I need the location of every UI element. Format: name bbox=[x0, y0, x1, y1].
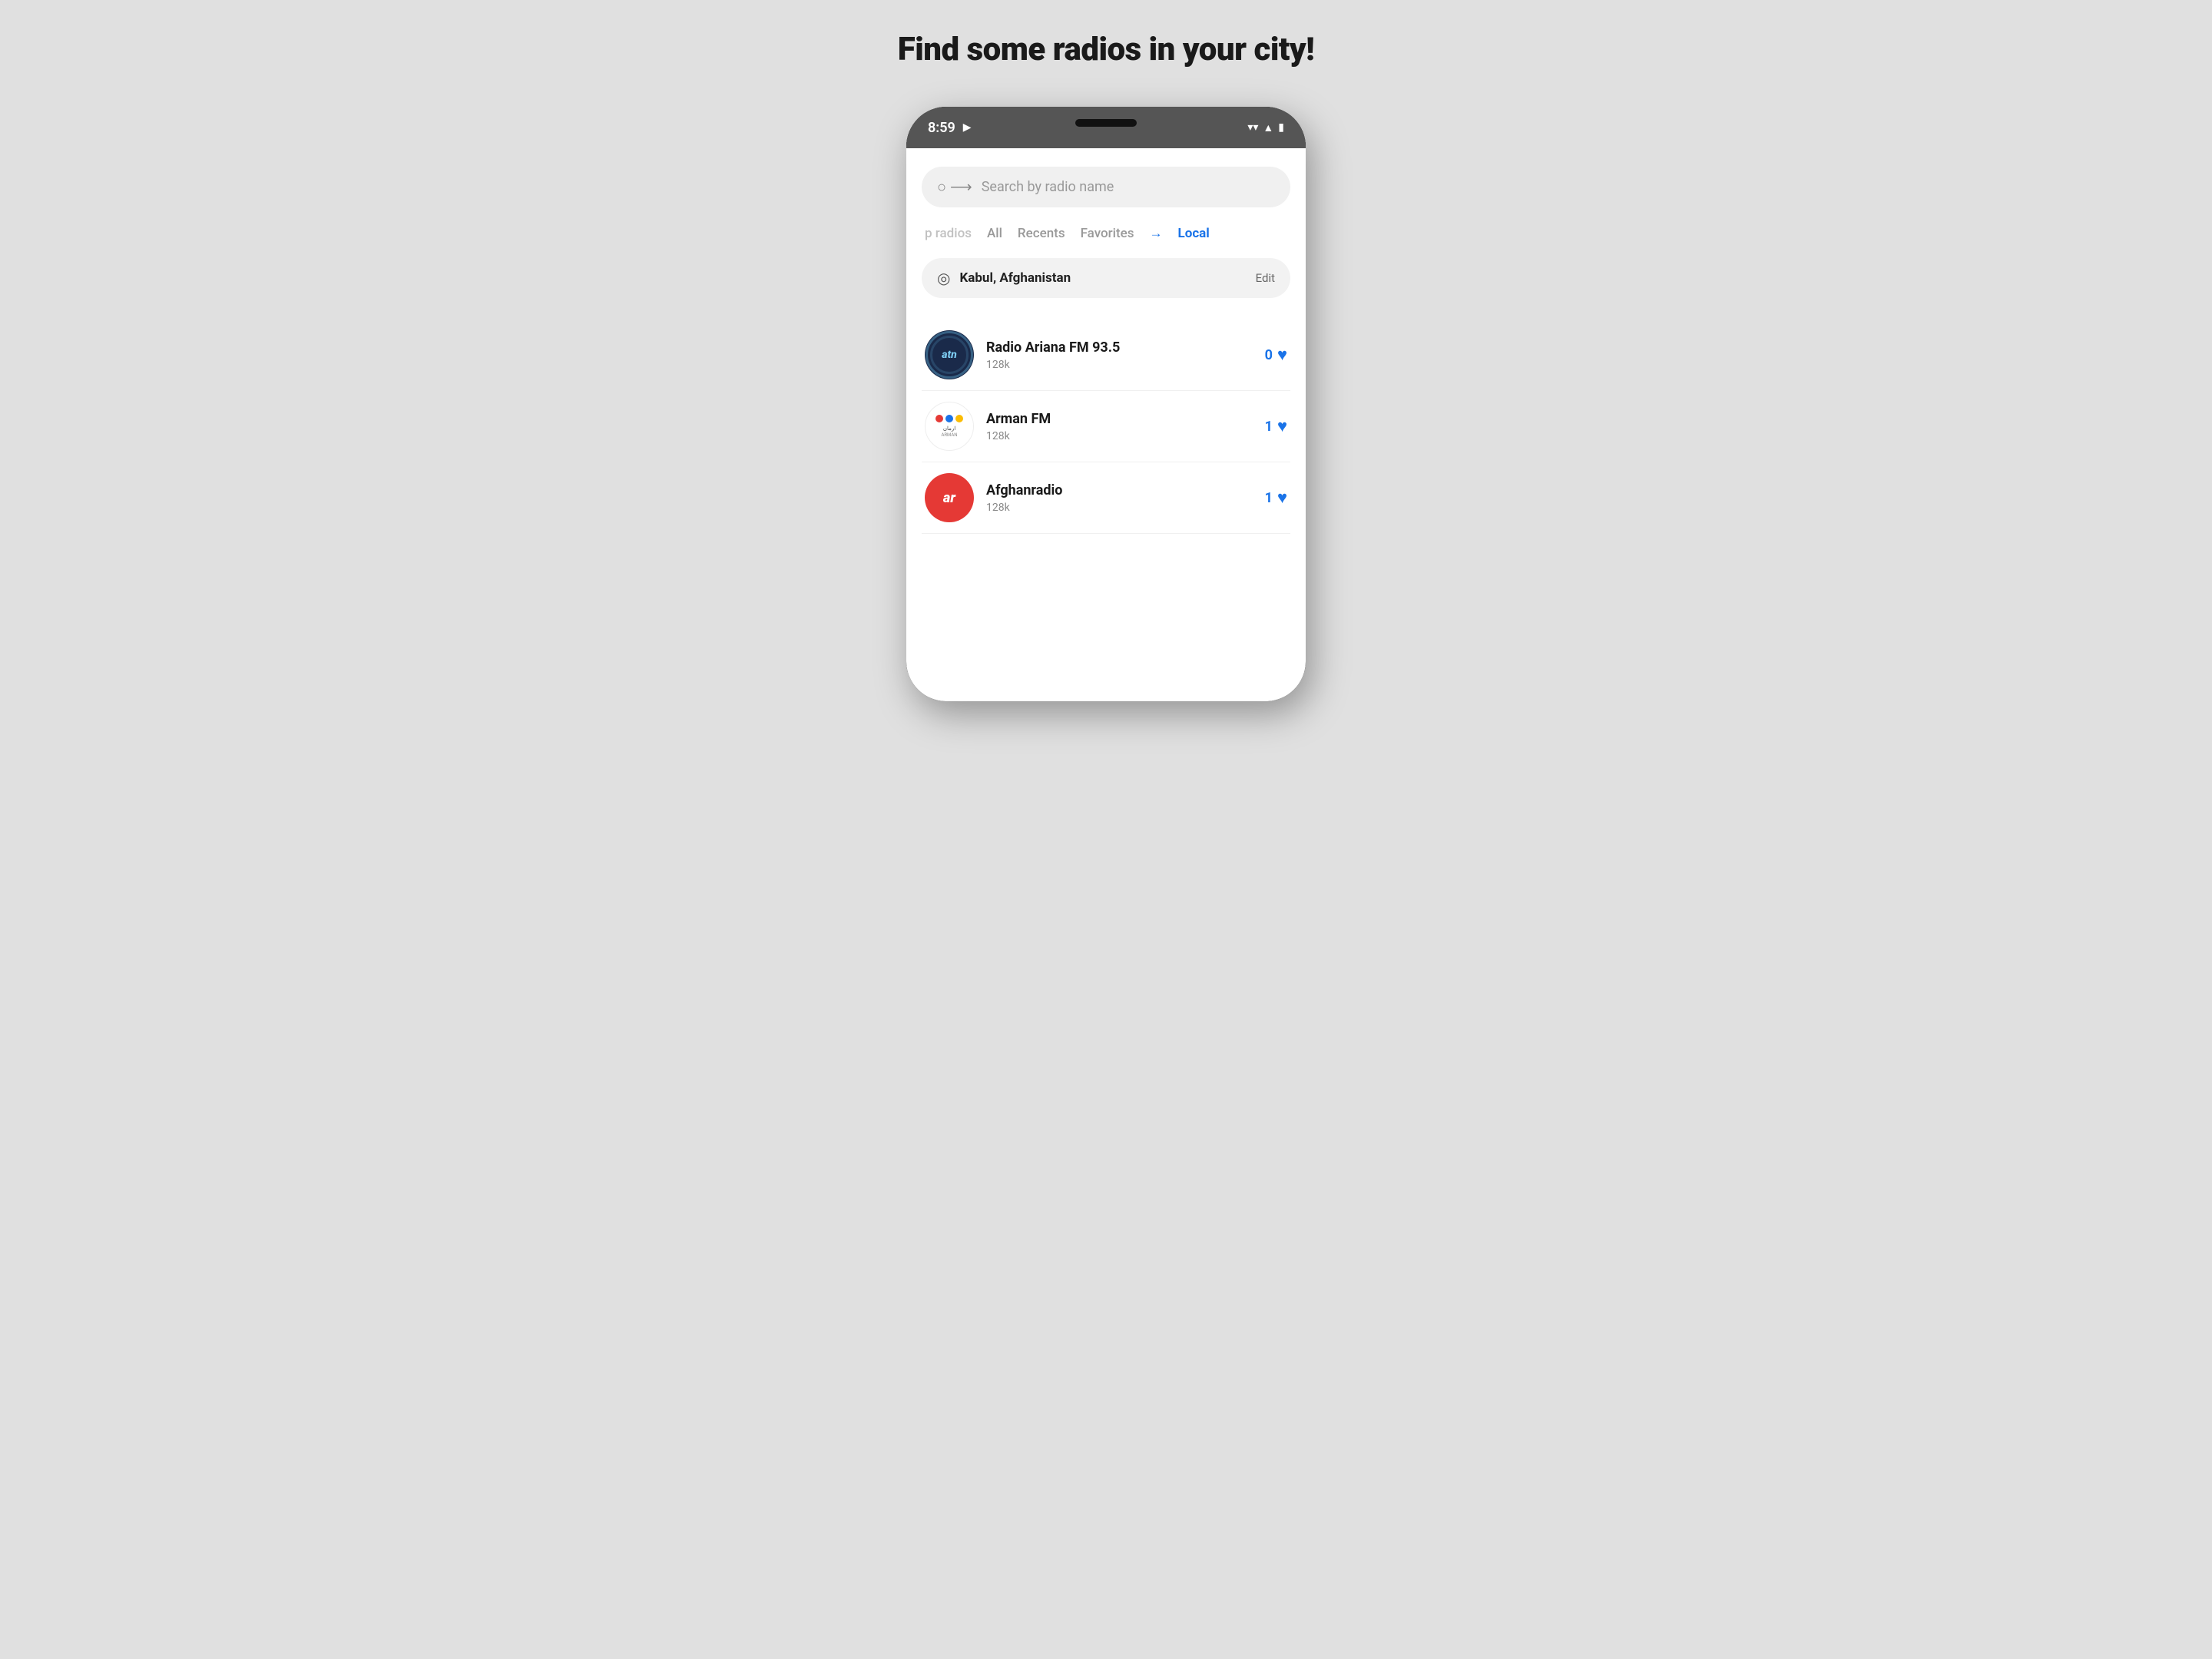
nav-arrow-icon: → bbox=[1150, 226, 1163, 241]
signal-icon: ▲ bbox=[1263, 121, 1273, 134]
radio-logo-afghan: ar bbox=[925, 473, 974, 522]
radio-info-afghan: Afghanradio 128k bbox=[986, 482, 1253, 514]
nav-tabs: p radios All Recents Favorites → Local bbox=[922, 226, 1290, 241]
radio-favorite-arman[interactable]: 1 ♥ bbox=[1265, 416, 1287, 436]
radio-logo-arman: ارمانARMAN bbox=[925, 402, 974, 451]
status-bar-right: ▾▾ ▲ ▮ bbox=[1247, 121, 1284, 134]
favorite-count: 0 bbox=[1265, 347, 1273, 363]
radio-bitrate: 128k bbox=[986, 430, 1253, 442]
radio-item[interactable]: atn Radio Ariana FM 93.5 128k 0 ♥ bbox=[922, 320, 1290, 391]
status-time: 8:59 bbox=[928, 120, 955, 136]
radio-bitrate: 128k bbox=[986, 502, 1253, 514]
location-name: Kabul, Afghanistan bbox=[959, 270, 1246, 286]
wifi-icon: ▾▾ bbox=[1247, 121, 1258, 134]
radio-info-ariana: Radio Ariana FM 93.5 128k bbox=[986, 339, 1253, 371]
edit-location-button[interactable]: Edit bbox=[1256, 271, 1275, 285]
heart-icon: ♥ bbox=[1277, 488, 1287, 508]
radio-bitrate: 128k bbox=[986, 359, 1253, 371]
tab-favorites[interactable]: Favorites bbox=[1081, 226, 1134, 241]
location-bar[interactable]: ◎ Kabul, Afghanistan Edit bbox=[922, 258, 1290, 298]
tab-top-radios-partial[interactable]: p radios bbox=[925, 226, 972, 241]
tab-all[interactable]: All bbox=[987, 226, 1002, 241]
radio-name: Radio Ariana FM 93.5 bbox=[986, 339, 1253, 356]
radio-info-arman: Arman FM 128k bbox=[986, 411, 1253, 442]
heart-icon: ♥ bbox=[1277, 345, 1287, 365]
search-icon: ○ ⟶ bbox=[937, 177, 972, 197]
radio-favorite-afghan[interactable]: 1 ♥ bbox=[1265, 488, 1287, 508]
status-bar-left: 8:59 ▶ bbox=[928, 120, 972, 136]
page-title: Find some radios in your city! bbox=[898, 31, 1314, 68]
radio-item[interactable]: ar Afghanradio 128k 1 ♥ bbox=[922, 462, 1290, 534]
heart-icon: ♥ bbox=[1277, 416, 1287, 436]
search-bar[interactable]: ○ ⟶ Search by radio name bbox=[922, 167, 1290, 207]
radio-logo-ariana: atn bbox=[925, 330, 974, 379]
favorite-count: 1 bbox=[1265, 419, 1273, 435]
radio-favorite-ariana[interactable]: 0 ♥ bbox=[1265, 345, 1287, 365]
favorite-count: 1 bbox=[1265, 490, 1273, 506]
radio-name: Afghanradio bbox=[986, 482, 1253, 498]
location-pin-icon: ◎ bbox=[937, 269, 950, 287]
radio-item[interactable]: ارمانARMAN Arman FM 128k 1 ♥ bbox=[922, 391, 1290, 462]
tab-recents[interactable]: Recents bbox=[1018, 226, 1065, 241]
phone-screen: ○ ⟶ Search by radio name p radios All Re… bbox=[906, 148, 1306, 701]
status-bar: 8:59 ▶ ▾▾ ▲ ▮ bbox=[906, 107, 1306, 148]
speaker-notch bbox=[1075, 119, 1137, 127]
phone-shell: 8:59 ▶ ▾▾ ▲ ▮ ○ ⟶ Search by radio name p… bbox=[906, 107, 1306, 701]
radio-list: atn Radio Ariana FM 93.5 128k 0 ♥ bbox=[922, 320, 1290, 534]
play-icon: ▶ bbox=[963, 121, 972, 134]
afghan-logo-text: ar bbox=[943, 490, 955, 506]
battery-icon: ▮ bbox=[1278, 121, 1284, 134]
search-placeholder: Search by radio name bbox=[982, 179, 1114, 195]
tab-local[interactable]: Local bbox=[1178, 226, 1210, 241]
radio-name: Arman FM bbox=[986, 411, 1253, 427]
